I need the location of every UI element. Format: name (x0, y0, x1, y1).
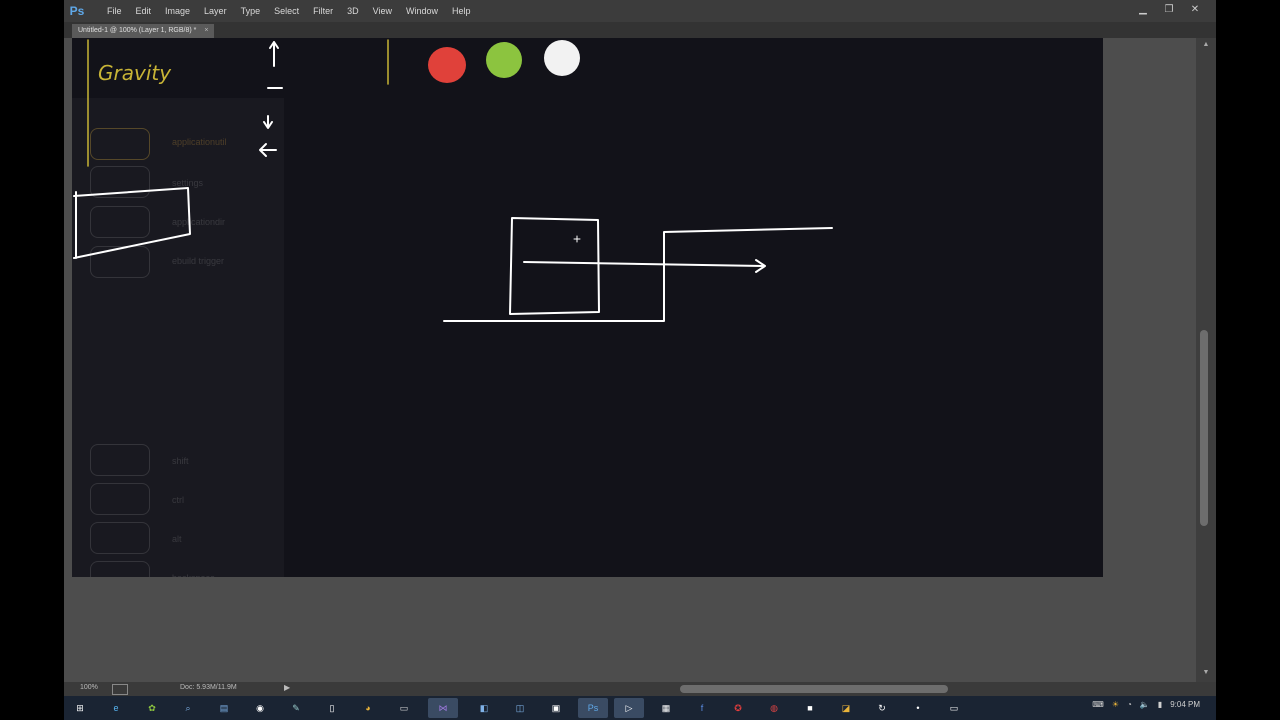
handwritten-gravity: Gravity (98, 61, 172, 85)
app4-icon[interactable]: • (910, 700, 926, 716)
refresh-icon[interactable]: ↻ (874, 700, 890, 716)
steam-icon[interactable]: ◉ (252, 700, 268, 716)
system-tray: ⌨ ☀ ◔ 🔈 ▮ 9:04 PM (1084, 700, 1200, 709)
terminal-icon[interactable]: ■ (802, 700, 818, 716)
restore-icon[interactable]: ❐ (1156, 2, 1182, 18)
scroll-up-icon[interactable]: ▲ (1196, 40, 1216, 50)
menu-select[interactable]: Select (267, 0, 306, 22)
menu-image[interactable]: Image (158, 0, 197, 22)
photoshop-icon[interactable]: Ps (578, 698, 608, 718)
canvas[interactable]: applicationutil settings applicationdir … (72, 38, 1103, 577)
taskbar: ⊞ e ✿ ⌕ ▤ ◉ ✎ ▯ ◕ ▭ ⋈ ◧ ◫ ▣ Ps ▷ ▦ f ✪ ◍… (64, 696, 1216, 720)
network-icon[interactable]: ◔ (1127, 700, 1132, 709)
visual-studio-icon[interactable]: ⋈ (428, 698, 458, 718)
bin-icon[interactable]: ▦ (658, 700, 674, 716)
ground-line-sketch (443, 227, 833, 322)
left-arrow-sketch (259, 143, 277, 157)
menu-filter[interactable]: Filter (306, 0, 340, 22)
menu-type[interactable]: Type (234, 0, 268, 22)
menu-3d[interactable]: 3D (340, 0, 366, 22)
app-window-icon[interactable]: ▣ (548, 700, 564, 716)
photoshop-window: Ps File Edit Image Layer Type Select Fil… (64, 0, 1216, 720)
close-icon[interactable]: ✕ (1182, 2, 1208, 18)
keyboard-icon[interactable]: ⌨ (1092, 700, 1104, 709)
window-controls: ▁ ❐ ✕ (1130, 2, 1208, 18)
file-icon[interactable]: ▯ (324, 700, 340, 716)
menu-items: File Edit Image Layer Type Select Filter… (100, 0, 478, 22)
menu-view[interactable]: View (366, 0, 399, 22)
media-icon[interactable]: ▷ (614, 698, 644, 718)
down-arrow-sketch (263, 115, 273, 129)
document-tab[interactable]: Untitled-1 @ 100% (Layer 1, RGB/8) * × (72, 24, 215, 38)
scroll-down-icon[interactable]: ▼ (1196, 668, 1216, 678)
clock[interactable]: 9:04 PM (1170, 700, 1200, 709)
explorer-icon[interactable]: ▭ (396, 700, 412, 716)
document-tab-title: Untitled-1 @ 100% (Layer 1, RGB/8) * (78, 27, 197, 34)
files-icon[interactable]: ▤ (216, 700, 232, 716)
chrome-icon[interactable]: ◕ (360, 700, 376, 716)
search-icon[interactable]: ⌕ (180, 700, 196, 716)
pen-icon[interactable]: ✎ (288, 700, 304, 716)
cursor-crosshair-icon (573, 235, 581, 243)
acrobat-icon[interactable]: ✪ (730, 700, 746, 716)
menu-layer[interactable]: Layer (197, 0, 234, 22)
minimize-icon[interactable]: ▁ (1130, 2, 1156, 18)
arrow-sketch (523, 259, 766, 273)
menu-file[interactable]: File (100, 0, 129, 22)
zoom-level[interactable]: 100% (80, 684, 98, 691)
weather-icon[interactable]: ☀ (1112, 700, 1119, 709)
photoshop-logo-icon[interactable]: Ps (68, 2, 86, 20)
horizontal-scrollbar[interactable] (304, 684, 1194, 694)
menu-edit[interactable]: Edit (129, 0, 159, 22)
app5-icon[interactable]: ▭ (946, 700, 962, 716)
workspace: applicationutil settings applicationdir … (64, 38, 1196, 682)
android-icon[interactable]: ✿ (144, 700, 160, 716)
ps-icon[interactable]: ◧ (476, 700, 492, 716)
document-tab-bar: Untitled-1 @ 100% (Layer 1, RGB/8) * × (64, 22, 1216, 38)
windows-start-icon[interactable]: ⊞ (72, 700, 88, 716)
sketch-layer: Gravity (73, 39, 833, 322)
app3-icon[interactable]: ◪ (838, 700, 854, 716)
vertical-scrollbar[interactable]: ▲ ▼ (1196, 38, 1216, 682)
menu-help[interactable]: Help (445, 0, 478, 22)
selection-sketch (73, 187, 191, 259)
doc-size: Doc: 5.93M/11.9M (180, 684, 237, 691)
menu-window[interactable]: Window (399, 0, 445, 22)
horizontal-scroll-thumb[interactable] (680, 685, 948, 693)
box-sketch (509, 217, 600, 315)
flag-icon[interactable]: ▮ (1158, 700, 1162, 709)
facebook-icon[interactable]: f (694, 700, 710, 716)
tab-close-icon[interactable]: × (204, 27, 208, 34)
vertical-scroll-thumb[interactable] (1200, 330, 1208, 526)
ie-icon[interactable]: e (108, 700, 124, 716)
menu-bar: Ps File Edit Image Layer Type Select Fil… (64, 0, 1216, 22)
zoom-box-icon[interactable] (112, 684, 128, 695)
app-icon[interactable]: ◫ (512, 700, 528, 716)
volume-icon[interactable]: 🔈 (1140, 700, 1150, 709)
app2-icon[interactable]: ◍ (766, 700, 782, 716)
up-arrow-sketch (269, 41, 279, 67)
status-menu-arrow-icon[interactable]: ▶ (284, 683, 290, 692)
